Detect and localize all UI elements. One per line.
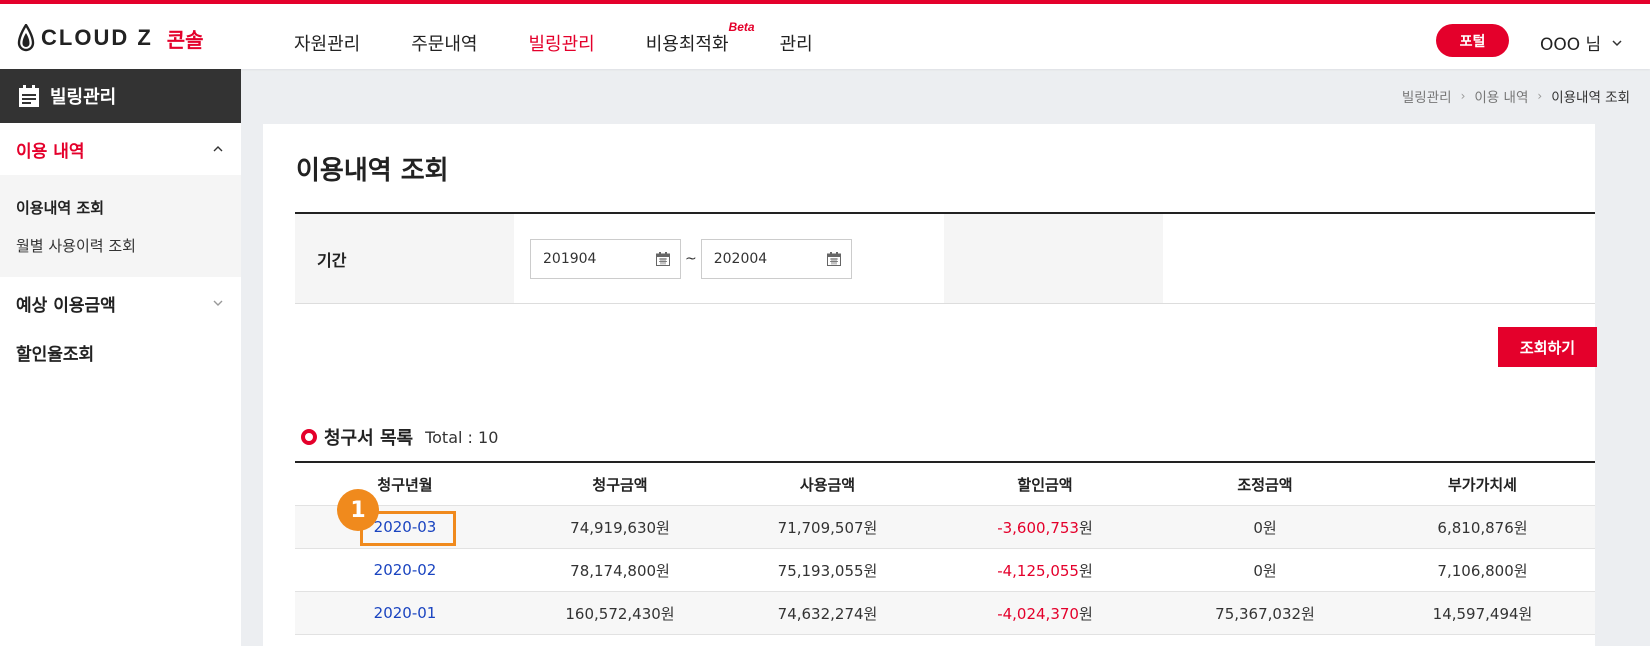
sidebar-group-usage[interactable]: 이용 내역 [0,123,241,175]
column-header: 부가가치세 [1447,475,1517,494]
nav-item-resources[interactable]: 자원관리 [294,30,360,56]
portal-button[interactable]: 포털 [1436,24,1509,57]
adjust-amount-cell: 0원 [1253,561,1277,580]
table-row: 2020-02 78,174,800원 75,193,055원 -4,125,0… [295,549,1595,592]
main-nav: 자원관리 주문내역 빌링관리 비용최적화 Beta 관리 [294,20,864,56]
circle-bullet-icon [301,429,317,445]
filter-empty-label [944,214,1163,303]
billed-amount-cell: 160,572,430원 [565,604,675,623]
breadcrumb-item[interactable]: 빌링관리 [1402,86,1452,106]
discount-value: -3,600,753 [997,518,1079,537]
page-title: 이용내역 조회 [296,156,449,186]
used-amount-cell: 71,709,507원 [777,518,878,537]
content-card: 이용내역 조회 기간 201904 ~ 202004 조회하기 청구서 목록 T… [263,124,1597,646]
month-cell: 2020-01 [295,604,515,622]
month-cell: 2020-02 [295,561,515,579]
step-badge: 1 [337,489,379,531]
list-title: 청구서 목록 Total : 10 [301,424,498,450]
vat-cell: 6,810,876원 [1437,518,1528,537]
column-header: 청구년월 [377,475,433,494]
column-header: 사용금액 [799,475,856,494]
currency-unit: 원 [1078,604,1093,623]
invoice-month-link[interactable]: 2020-02 [374,561,437,579]
vat-cell: 14,597,494원 [1432,604,1533,623]
logo-text: CLOUD Z [41,25,153,50]
calendar-icon[interactable] [656,251,670,266]
calendar-icon [19,85,39,107]
currency-unit: 원 [1078,518,1093,537]
filter-empty-field [1163,214,1595,303]
user-menu[interactable]: OOO 님 [1540,30,1625,55]
date-range: 201904 ~ 202004 [514,214,944,303]
logo[interactable]: CLOUD Z 콘솔 [17,22,204,54]
billed-amount-cell: 78,174,800원 [570,561,670,580]
vat-cell: 7,106,800원 [1437,561,1528,580]
nav-item-orders[interactable]: 주문내역 [411,30,477,56]
range-separator: ~ [685,250,697,267]
nav-item-label: 비용최적화 [645,34,729,55]
invoice-table: 청구년월 청구금액 사용금액 할인금액 조정금액 부가가치세 2020-03 7… [295,461,1595,635]
date-from-value: 201904 [543,250,597,267]
sidebar-submenu: 이용내역 조회 월별 사용이력 조회 [0,175,241,277]
breadcrumb-item[interactable]: 이용 내역 [1474,86,1528,106]
table-row: 2020-01 160,572,430원 74,632,274원 -4,024,… [295,592,1595,635]
sidebar: 빌링관리 이용 내역 이용내역 조회 월별 사용이력 조회 예상 이용금액 할인… [0,69,241,646]
nav-item-cost-optimization[interactable]: 비용최적화 Beta [645,20,755,56]
chevron-down-icon [213,300,223,306]
sidebar-group-estimated[interactable]: 예상 이용금액 [0,277,241,329]
filter-label: 기간 [295,214,514,303]
sidebar-item-discount-rate[interactable]: 할인율조회 [0,329,241,375]
discount-value: -4,125,055 [997,561,1079,580]
date-to-input[interactable]: 202004 [700,238,852,279]
column-header: 할인금액 [1017,475,1073,494]
discount-amount-cell: -4,125,055원 [930,560,1160,581]
billed-amount-cell: 74,919,630원 [570,518,670,537]
nav-item-billing[interactable]: 빌링관리 [529,30,595,56]
sidebar-title: 빌링관리 [50,87,117,108]
list-title-text: 청구서 목록 [324,428,414,449]
search-button[interactable]: 조회하기 [1498,327,1597,367]
chevron-right-icon: › [1460,89,1466,103]
logo-sub: 콘솔 [166,27,204,52]
discount-amount-cell: -3,600,753원 [930,517,1160,538]
total-count: Total : 10 [425,427,499,447]
adjust-amount-cell: 0원 [1253,518,1277,537]
breadcrumb-current: 이용내역 조회 [1551,90,1630,106]
table-header-row: 청구년월 청구금액 사용금액 할인금액 조정금액 부가가치세 [295,463,1595,506]
chevron-right-icon: › [1537,89,1543,103]
date-from-input[interactable]: 201904 [530,238,681,279]
nav-item-admin[interactable]: 관리 [780,30,813,56]
sidebar-group-label: 예상 이용금액 [16,295,116,316]
breadcrumb: 빌링관리 › 이용 내역 › 이용내역 조회 [1402,86,1630,106]
used-amount-cell: 74,632,274원 [777,604,878,623]
table-row: 2020-03 74,919,630원 71,709,507원 -3,600,7… [295,506,1595,549]
invoice-month-link[interactable]: 2020-01 [374,604,437,622]
top-header: CLOUD Z 콘솔 자원관리 주문내역 빌링관리 비용최적화 Beta 관리 … [0,0,1650,69]
sidebar-item-monthly-history[interactable]: 월별 사용이력 조회 [16,227,241,265]
sidebar-group-label: 이용 내역 [16,141,85,162]
filter-panel: 기간 201904 ~ 202004 [295,212,1595,304]
discount-amount-cell: -4,024,370원 [930,603,1160,624]
user-name: OOO 님 [1540,35,1602,55]
chevron-down-icon [1612,39,1622,46]
used-amount-cell: 75,193,055원 [777,561,878,580]
sidebar-header: 빌링관리 [0,69,241,123]
calendar-icon[interactable] [826,251,841,266]
column-header: 조정금액 [1237,475,1293,494]
discount-value: -4,024,370 [997,604,1079,623]
date-to-value: 202004 [713,250,768,267]
chevron-up-icon [213,146,223,152]
beta-badge: Beta [728,20,755,34]
currency-unit: 원 [1078,561,1093,580]
column-header: 청구금액 [592,475,648,494]
sidebar-item-usage-inquiry[interactable]: 이용내역 조회 [16,189,241,227]
adjust-amount-cell: 75,367,032원 [1215,604,1315,623]
logo-drop-icon [17,24,35,52]
